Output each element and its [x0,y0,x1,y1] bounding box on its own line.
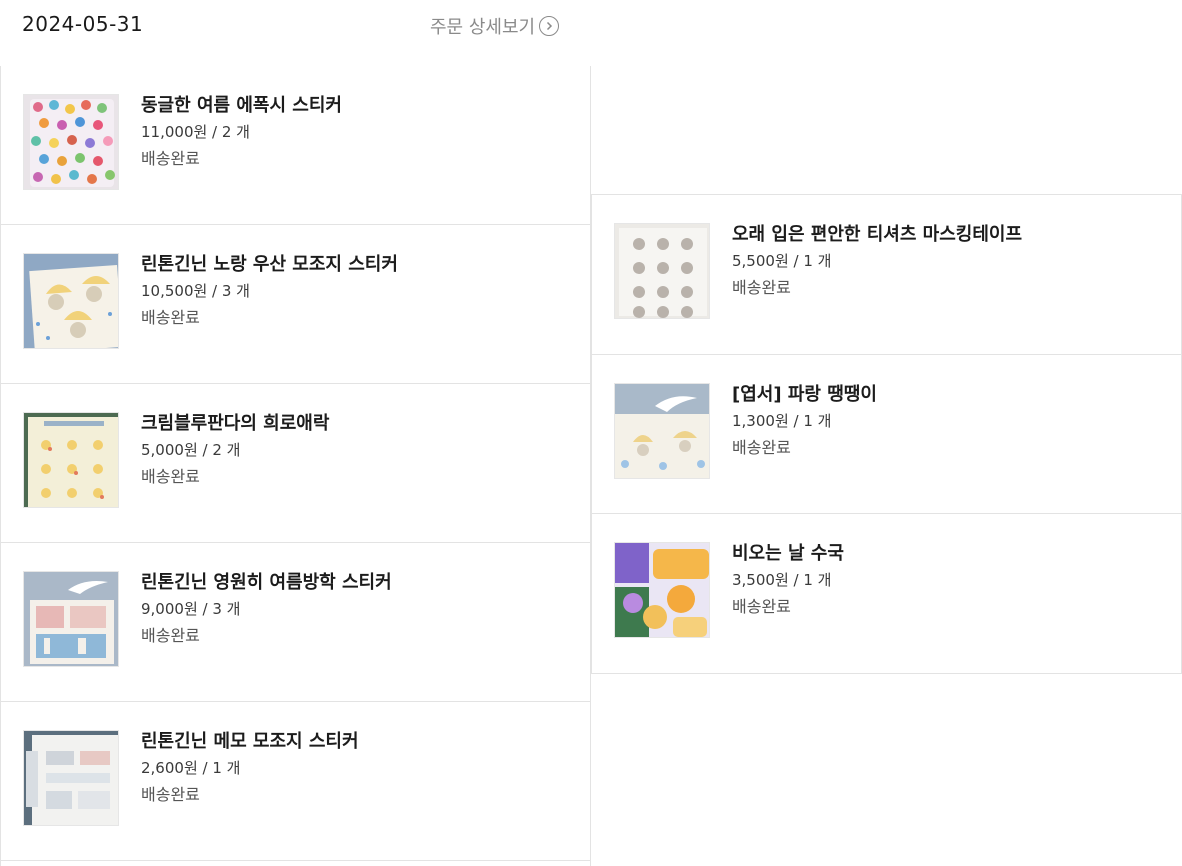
order-items-right-column: 오래 입은 편안한 티셔츠 마스킹테이프 5,500원 / 1 개 배송완료 [… [591,194,1182,674]
item-price: 11,000원 / 2 개 [141,123,250,141]
order-item-info: 린톤긴닌 노랑 우산 모조지 스티커 10,500원 / 3 개 배송완료 [141,253,398,329]
order-item-info: 동글한 여름 에폭시 스티커 11,000원 / 2 개 배송완료 [141,94,342,170]
order-item-info: 크림블루판다의 희로애락 5,000원 / 2 개 배송완료 [141,412,329,488]
order-item-info: 린톤긴닌 메모 모조지 스티커 2,600원 / 1 개 배송완료 [141,730,359,806]
item-name: 동글한 여름 에폭시 스티커 [141,95,342,116]
item-status: 배송완료 [141,785,200,804]
order-item[interactable]: 동글한 여름 에폭시 스티커 11,000원 / 2 개 배송완료 [1,66,590,225]
item-price: 1,300원 / 1 개 [732,411,832,430]
item-price: 2,600원 / 1 개 [141,759,241,777]
masking-tape-thumbnail [614,223,710,319]
order-item[interactable]: 린톤긴닌 노랑 우산 모조지 스티커 10,500원 / 3 개 배송완료 [1,225,590,384]
item-name: [엽서] 파랑 땡땡이 [732,383,877,405]
item-status: 배송완료 [141,467,200,486]
order-item[interactable]: 오래 입은 편안한 티셔츠 마스킹테이프 5,500원 / 1 개 배송완료 [592,195,1181,355]
item-name: 린톤긴닌 영원히 여름방학 스티커 [141,572,392,593]
item-name: 린톤긴닌 노랑 우산 모조지 스티커 [141,254,398,275]
order-items-left-column: 동글한 여름 에폭시 스티커 11,000원 / 2 개 배송완료 린톤긴닌 노… [0,66,591,866]
item-name: 오래 입은 편안한 티셔츠 마스킹테이프 [732,224,1023,245]
order-date: 2024-05-31 [22,12,144,36]
item-name: 린톤긴닌 메모 모조지 스티커 [141,731,359,752]
item-price: 10,500원 / 3 개 [141,282,250,300]
order-item-info: [엽서] 파랑 땡땡이 1,300원 / 1 개 배송완료 [732,383,877,459]
order-history-page: 2024-05-31 주문 상세보기 동글한 여름 에폭시 스티커 11,000… [0,0,1182,866]
order-item[interactable]: 린톤긴닌 메모 모조지 스티커 2,600원 / 1 개 배송완료 [1,702,590,861]
item-price: 9,000원 / 3 개 [141,600,241,618]
item-name: 비오는 날 수국 [732,543,844,564]
order-item[interactable]: 린톤긴닌 영원히 여름방학 스티커 9,000원 / 3 개 배송완료 [1,543,590,702]
yellow-umbrella-sticker-thumbnail [23,253,119,349]
memo-sticker-thumbnail [23,730,119,826]
item-name: 크림블루판다의 희로애락 [141,413,330,434]
epoxy-sticker-thumbnail [23,94,119,190]
item-price: 3,500원 / 1 개 [732,571,832,589]
item-price: 5,500원 / 1 개 [732,252,832,270]
order-item[interactable]: [엽서] 파랑 땡땡이 1,300원 / 1 개 배송완료 [592,354,1181,514]
item-status: 배송완료 [732,278,791,297]
panda-sticker-thumbnail [23,412,119,508]
item-status: 배송완료 [141,308,200,327]
order-item[interactable]: 크림블루판다의 희로애락 5,000원 / 2 개 배송완료 [1,384,590,543]
chevron-right-circle-icon [539,16,560,36]
item-status: 배송완료 [732,437,791,457]
item-status: 배송완료 [732,597,791,616]
order-item[interactable]: 비오는 날 수국 3,500원 / 1 개 배송완료 [592,514,1181,674]
postcard-thumbnail [614,382,710,479]
item-price: 5,000원 / 2 개 [141,441,241,459]
order-item-info: 비오는 날 수국 3,500원 / 1 개 배송완료 [732,542,844,618]
hydrangea-sticker-thumbnail [614,542,710,638]
order-detail-label: 주문 상세보기 [430,17,536,38]
order-item-info: 오래 입은 편안한 티셔츠 마스킹테이프 5,500원 / 1 개 배송완료 [732,223,1022,299]
order-item-info: 린톤긴닌 영원히 여름방학 스티커 9,000원 / 3 개 배송완료 [141,571,392,647]
summer-vacation-sticker-thumbnail [23,571,119,667]
item-status: 배송완료 [141,149,200,168]
item-status: 배송완료 [141,626,200,645]
order-detail-link[interactable]: 주문 상세보기 [430,13,560,39]
order-header: 2024-05-31 주문 상세보기 [0,0,590,60]
